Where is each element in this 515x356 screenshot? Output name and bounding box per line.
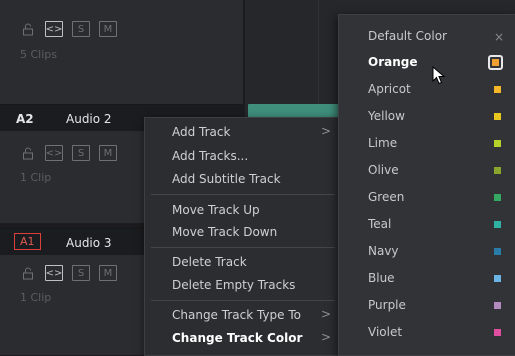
violet-swatch xyxy=(494,329,501,336)
color-purple[interactable]: Purple xyxy=(368,298,406,312)
color-navy[interactable]: Navy xyxy=(368,244,399,258)
green-swatch xyxy=(494,194,501,201)
clip-count: 1 Clip xyxy=(20,291,52,304)
color-default[interactable]: Default Color xyxy=(368,29,447,43)
color-yellow[interactable]: Yellow xyxy=(368,109,405,123)
menu-add-tracks[interactable]: Add Tracks... xyxy=(172,149,248,163)
auto-track-button[interactable]: <> xyxy=(45,145,63,161)
yellow-swatch xyxy=(494,113,501,120)
close-icon[interactable]: × xyxy=(494,30,504,44)
menu-move-track-up[interactable]: Move Track Up xyxy=(172,203,260,217)
purple-swatch xyxy=(494,302,501,309)
color-violet[interactable]: Violet xyxy=(368,325,402,339)
menu-delete-empty-tracks[interactable]: Delete Empty Tracks xyxy=(172,278,295,292)
lock-icon[interactable] xyxy=(20,22,36,36)
color-green[interactable]: Green xyxy=(368,190,404,204)
track-context-menu: Add Track > Add Tracks... Add Subtitle T… xyxy=(144,117,342,356)
solo-button[interactable]: S xyxy=(72,265,90,281)
menu-divider xyxy=(151,194,335,195)
mute-button[interactable]: M xyxy=(99,265,117,281)
lock-icon[interactable] xyxy=(20,266,36,280)
track-audio-top: <> S M 5 Clips xyxy=(0,0,243,104)
navy-swatch xyxy=(494,248,501,255)
menu-divider xyxy=(151,247,335,248)
track-id[interactable]: A1 xyxy=(14,233,41,250)
color-olive[interactable]: Olive xyxy=(368,163,399,177)
track-controls: <> S M xyxy=(20,21,117,37)
clip-count: 1 Clip xyxy=(20,171,52,184)
auto-track-button[interactable]: <> xyxy=(45,21,63,37)
menu-add-track[interactable]: Add Track xyxy=(172,125,230,139)
menu-change-track-color[interactable]: Change Track Color xyxy=(172,331,302,345)
menu-delete-track[interactable]: Delete Track xyxy=(172,255,247,269)
chevron-right-icon: > xyxy=(320,330,331,344)
orange-swatch-fill xyxy=(492,59,499,66)
track-controls: <> S M xyxy=(20,145,117,161)
blue-swatch xyxy=(494,275,501,282)
olive-swatch xyxy=(494,167,501,174)
track-id: A2 xyxy=(16,112,34,126)
auto-track-button[interactable]: <> xyxy=(45,265,63,281)
track-color-submenu: Default Color × Orange Apricot Yellow Li… xyxy=(338,14,515,356)
track-controls: <> S M xyxy=(20,265,117,281)
color-teal[interactable]: Teal xyxy=(368,217,391,231)
mute-button[interactable]: M xyxy=(99,21,117,37)
mute-button[interactable]: M xyxy=(99,145,117,161)
track-name[interactable]: Audio 3 xyxy=(66,236,112,250)
lime-swatch xyxy=(494,140,501,147)
menu-move-track-down[interactable]: Move Track Down xyxy=(172,225,277,239)
lock-icon[interactable] xyxy=(20,146,36,160)
color-lime[interactable]: Lime xyxy=(368,136,397,150)
orange-swatch xyxy=(488,55,503,70)
solo-button[interactable]: S xyxy=(72,21,90,37)
apricot-swatch xyxy=(494,86,501,93)
menu-divider xyxy=(151,300,335,301)
chevron-right-icon: > xyxy=(320,307,331,321)
menu-change-track-type[interactable]: Change Track Type To xyxy=(172,308,301,322)
chevron-right-icon: > xyxy=(320,124,331,138)
menu-add-subtitle-track[interactable]: Add Subtitle Track xyxy=(172,172,281,186)
color-apricot[interactable]: Apricot xyxy=(368,82,411,96)
color-orange[interactable]: Orange xyxy=(368,55,418,69)
track-name[interactable]: Audio 2 xyxy=(66,112,112,126)
mouse-cursor-icon xyxy=(432,65,446,90)
solo-button[interactable]: S xyxy=(72,145,90,161)
color-blue[interactable]: Blue xyxy=(368,271,395,285)
clip-count: 5 Clips xyxy=(20,48,58,61)
teal-swatch xyxy=(494,221,501,228)
